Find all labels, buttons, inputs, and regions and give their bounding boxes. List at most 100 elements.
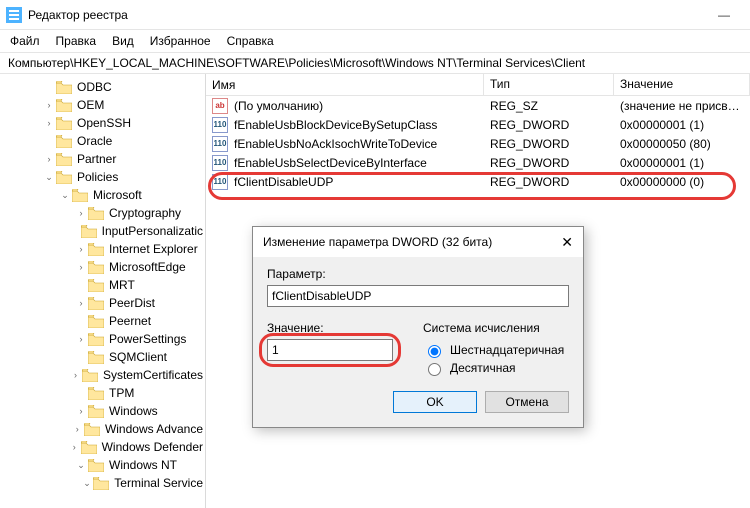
tree-item-label: MicrosoftEdge: [107, 259, 188, 275]
expand-icon[interactable]: ›: [69, 370, 82, 380]
tree-item[interactable]: Peernet: [0, 312, 205, 330]
menu-file[interactable]: Файл: [2, 32, 48, 50]
tree-item[interactable]: › MicrosoftEdge: [0, 258, 205, 276]
titlebar: Редактор реестра —: [0, 0, 750, 30]
tree-item[interactable]: TPM: [0, 384, 205, 402]
tree-item[interactable]: ODBC: [0, 78, 205, 96]
tree-item[interactable]: ⌄Windows NT: [0, 456, 205, 474]
tree-item[interactable]: ›OpenSSH: [0, 114, 205, 132]
address-path: Компьютер\HKEY_LOCAL_MACHINE\SOFTWARE\Po…: [8, 56, 585, 70]
radio-dec[interactable]: Десятичная: [423, 359, 569, 377]
tree-item-label: MRT: [107, 277, 137, 293]
value-name: fEnableUsbSelectDeviceByInterface: [234, 156, 427, 170]
folder-icon: [88, 206, 104, 220]
value-name: fClientDisableUDP: [234, 175, 333, 189]
radio-hex-input[interactable]: [428, 345, 441, 358]
expand-icon[interactable]: ›: [74, 406, 88, 416]
tree-item[interactable]: ›Internet Explorer: [0, 240, 205, 258]
expand-icon[interactable]: ›: [42, 118, 56, 128]
tree-item[interactable]: ›Windows Defender: [0, 438, 205, 456]
tree-item[interactable]: InputPersonalizatic: [0, 222, 205, 240]
close-icon[interactable]: ✕: [561, 234, 573, 251]
tree-item-label: Terminal Service: [112, 475, 205, 491]
list-row[interactable]: ab(По умолчанию)REG_SZ(значение не присв…: [206, 96, 750, 115]
tree-item[interactable]: ⌄ Terminal Service: [0, 474, 205, 492]
tree-item-label: Oracle: [75, 133, 114, 149]
tree-item[interactable]: › Windows: [0, 402, 205, 420]
expand-icon[interactable]: ›: [42, 100, 56, 110]
folder-icon: [56, 116, 72, 130]
folder-icon: [88, 242, 104, 256]
tree-item-label: Windows: [107, 403, 160, 419]
expand-icon[interactable]: ⌄: [74, 460, 88, 471]
address-bar[interactable]: Компьютер\HKEY_LOCAL_MACHINE\SOFTWARE\Po…: [0, 52, 750, 74]
value-type: REG_DWORD: [484, 175, 614, 189]
expand-icon[interactable]: ⌄: [42, 172, 56, 183]
tree-item-label: Partner: [75, 151, 118, 167]
value-data: (значение не присвоено): [614, 99, 750, 113]
expand-icon[interactable]: ›: [68, 442, 81, 452]
radio-dec-input[interactable]: [428, 363, 441, 376]
folder-icon: [56, 98, 72, 112]
tree-item[interactable]: › PeerDist: [0, 294, 205, 312]
cancel-button[interactable]: Отмена: [485, 391, 569, 413]
expand-icon[interactable]: ›: [74, 262, 88, 272]
col-header-type[interactable]: Тип: [484, 74, 614, 95]
ok-button[interactable]: OK: [393, 391, 477, 413]
folder-icon: [88, 404, 104, 418]
expand-icon[interactable]: ⌄: [81, 478, 94, 489]
expand-icon[interactable]: ›: [74, 298, 88, 308]
tree-item-label: PowerSettings: [107, 331, 188, 347]
expand-icon[interactable]: ›: [71, 424, 84, 434]
folder-icon: [88, 296, 104, 310]
tree-item[interactable]: SQMClient: [0, 348, 205, 366]
expand-icon[interactable]: ⌄: [58, 190, 72, 201]
tree-item[interactable]: ›OEM: [0, 96, 205, 114]
param-field[interactable]: [267, 285, 569, 307]
col-header-value[interactable]: Значение: [614, 74, 750, 95]
expand-icon[interactable]: ›: [74, 244, 88, 254]
expand-icon[interactable]: ›: [74, 334, 88, 344]
value-type: REG_DWORD: [484, 156, 614, 170]
tree-item-label: Policies: [75, 169, 120, 185]
tree-item-label: TPM: [107, 385, 136, 401]
dialog-titlebar: Изменение параметра DWORD (32 бита) ✕: [253, 227, 583, 257]
menu-help[interactable]: Справка: [219, 32, 282, 50]
binary-icon: 110: [212, 136, 228, 152]
tree-item-label: InputPersonalizatic: [100, 223, 205, 239]
value-label: Значение:: [267, 321, 413, 335]
tree-item[interactable]: ›SystemCertificates: [0, 366, 205, 384]
value-field[interactable]: [267, 339, 393, 361]
tree-item-label: ODBC: [75, 79, 114, 95]
tree-item[interactable]: ⌄Microsoft: [0, 186, 205, 204]
tree-item[interactable]: ›Cryptography: [0, 204, 205, 222]
col-header-name[interactable]: Имя: [206, 74, 484, 95]
folder-icon: [88, 350, 104, 364]
menubar: Файл Правка Вид Избранное Справка: [0, 30, 750, 52]
tree-item[interactable]: › PowerSettings: [0, 330, 205, 348]
radio-hex[interactable]: Шестнадцатеричная: [423, 341, 569, 359]
menu-favorites[interactable]: Избранное: [142, 32, 219, 50]
menu-view[interactable]: Вид: [104, 32, 142, 50]
tree-item[interactable]: ⌄ Policies: [0, 168, 205, 186]
tree-item-label: PeerDist: [107, 295, 157, 311]
tree-item[interactable]: MRT: [0, 276, 205, 294]
minimize-button[interactable]: —: [704, 8, 744, 22]
list-row[interactable]: 110 fEnableUsbBlockDeviceBySetupClass REG_…: [206, 115, 750, 134]
folder-icon: [56, 152, 72, 166]
list-row[interactable]: 110fClientDisableUDPREG_DWORD0x00000000 …: [206, 172, 750, 191]
list-row[interactable]: 110fEnableUsbNoAckIsochWriteToDeviceREG_…: [206, 134, 750, 153]
tree-item[interactable]: ›Windows Advance: [0, 420, 205, 438]
param-label: Параметр:: [267, 267, 569, 281]
value-type: REG_SZ: [484, 99, 614, 113]
expand-icon[interactable]: ›: [42, 154, 56, 164]
tree-item[interactable]: Oracle: [0, 132, 205, 150]
expand-icon[interactable]: ›: [74, 208, 88, 218]
value-name: fEnableUsbBlockDeviceBySetupClass: [234, 118, 437, 132]
tree-item[interactable]: › Partner: [0, 150, 205, 168]
folder-icon: [88, 260, 104, 274]
binary-icon: 110: [212, 117, 228, 133]
value-type: REG_DWORD: [484, 118, 614, 132]
list-row[interactable]: 110fEnableUsbSelectDeviceByInterfaceREG_…: [206, 153, 750, 172]
menu-edit[interactable]: Правка: [48, 32, 105, 50]
